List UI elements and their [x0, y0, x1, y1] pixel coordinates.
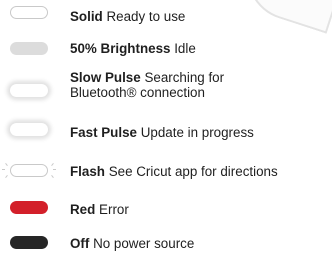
mode-description: Update in progress	[140, 125, 254, 140]
legend-text: Slow Pulse Searching for Bluetooth® conn…	[70, 70, 224, 100]
mode-label: Off	[70, 236, 90, 251]
legend-text: 50% Brightness Idle	[70, 41, 196, 56]
mode-description-line2: Bluetooth® connection	[70, 85, 205, 100]
mode-description: Searching for	[144, 70, 225, 85]
dim-light-icon	[10, 42, 48, 55]
mode-label: Fast Pulse	[70, 125, 137, 140]
mode-description: No power source	[93, 236, 195, 251]
mode-description: See Cricut app for directions	[108, 164, 278, 179]
slow-pulse-light-icon	[10, 84, 48, 97]
flash-light-icon	[10, 164, 48, 177]
mode-label: Slow Pulse	[70, 70, 141, 85]
legend-text: Solid Ready to use	[70, 9, 185, 24]
mode-description: Error	[99, 202, 129, 217]
legend-text: Fast Pulse Update in progress	[70, 125, 254, 140]
flash-ray-icon	[5, 175, 8, 178]
flash-ray-icon	[53, 169, 56, 170]
flash-ray-icon	[51, 175, 54, 178]
solid-light-icon	[10, 6, 48, 19]
mode-description: Idle	[174, 41, 196, 56]
mode-label: Flash	[70, 164, 105, 179]
legend-text: Flash See Cricut app for directions	[70, 164, 278, 179]
mode-label: 50% Brightness	[70, 41, 171, 56]
flash-ray-icon	[2, 169, 5, 170]
legend-text: Red Error	[70, 202, 129, 217]
mode-label: Red	[70, 202, 96, 217]
light-status-legend: Solid Ready to use 50% Brightness Idle S…	[0, 0, 332, 255]
red-light-icon	[10, 201, 48, 214]
off-light-icon	[10, 236, 48, 249]
legend-text: Off No power source	[70, 236, 194, 251]
mode-description: Ready to use	[106, 9, 186, 24]
mode-label: Solid	[70, 9, 103, 24]
fast-pulse-light-icon	[10, 123, 48, 136]
flash-ray-icon	[51, 163, 54, 166]
flash-ray-icon	[5, 163, 8, 166]
